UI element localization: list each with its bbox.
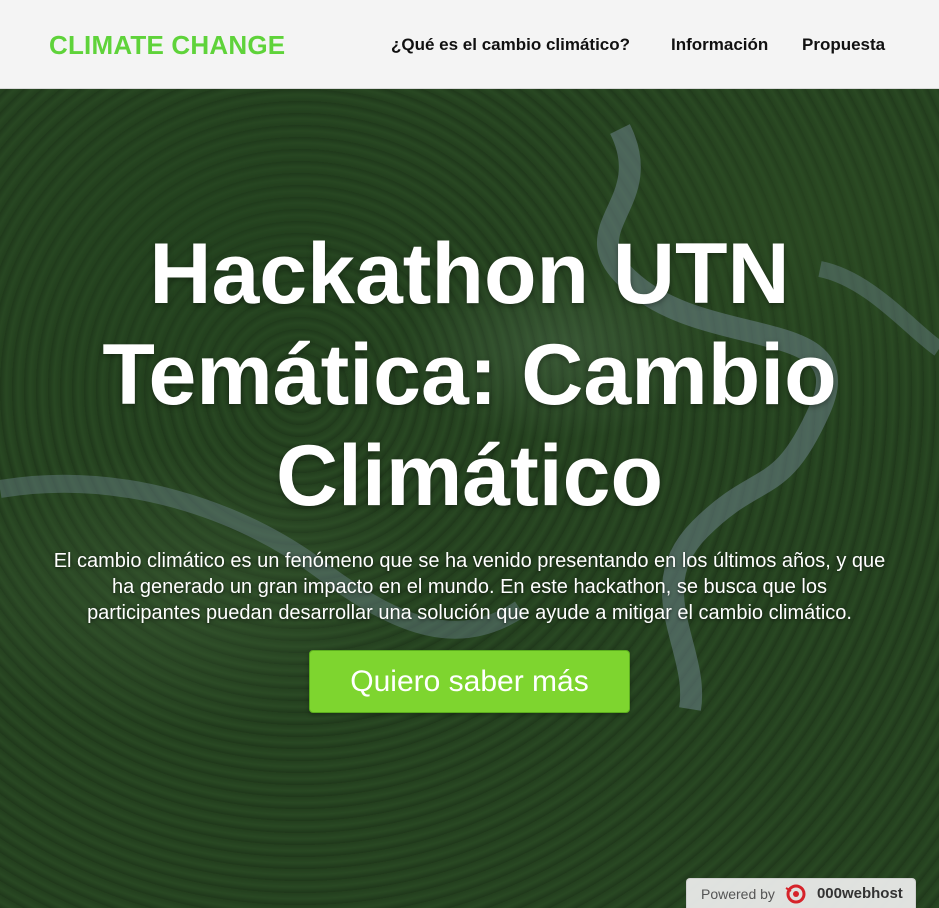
hero-title-line: Hackathon UTN (149, 226, 790, 322)
hero-description-line: El cambio climático es un fenómeno que s… (53, 550, 886, 572)
hero-section: Hackathon UTN Temática: Cambio Climático… (0, 89, 939, 908)
nav-link-que-es[interactable]: ¿Qué es el cambio climático? (391, 35, 630, 55)
hero-title: Hackathon UTN Temática: Cambio Climático (40, 224, 899, 527)
000webhost-logo-icon (785, 884, 806, 903)
hero-description-line: participantes puedan desarrollar una sol… (87, 602, 852, 624)
top-navbar: CLIMATE CHANGE ¿Qué es el cambio climáti… (0, 0, 939, 89)
hero-title-line: Temática: Cambio (102, 327, 837, 423)
nav-link-propuesta[interactable]: Propuesta (802, 35, 885, 55)
nav-link-informacion[interactable]: Información (671, 35, 768, 55)
hero-description: El cambio climático es un fenómeno que s… (0, 548, 939, 626)
host-name-label: 000webhost (816, 885, 903, 902)
powered-by-badge[interactable]: Powered by 000webhost (686, 878, 916, 908)
hero-title-line: Climático (275, 428, 664, 524)
learn-more-button[interactable]: Quiero saber más (309, 650, 630, 713)
hero-description-line: ha generado un gran impacto en el mundo.… (112, 576, 827, 598)
powered-by-label: Powered by (701, 885, 775, 902)
brand-logo-link[interactable]: CLIMATE CHANGE (49, 30, 285, 61)
